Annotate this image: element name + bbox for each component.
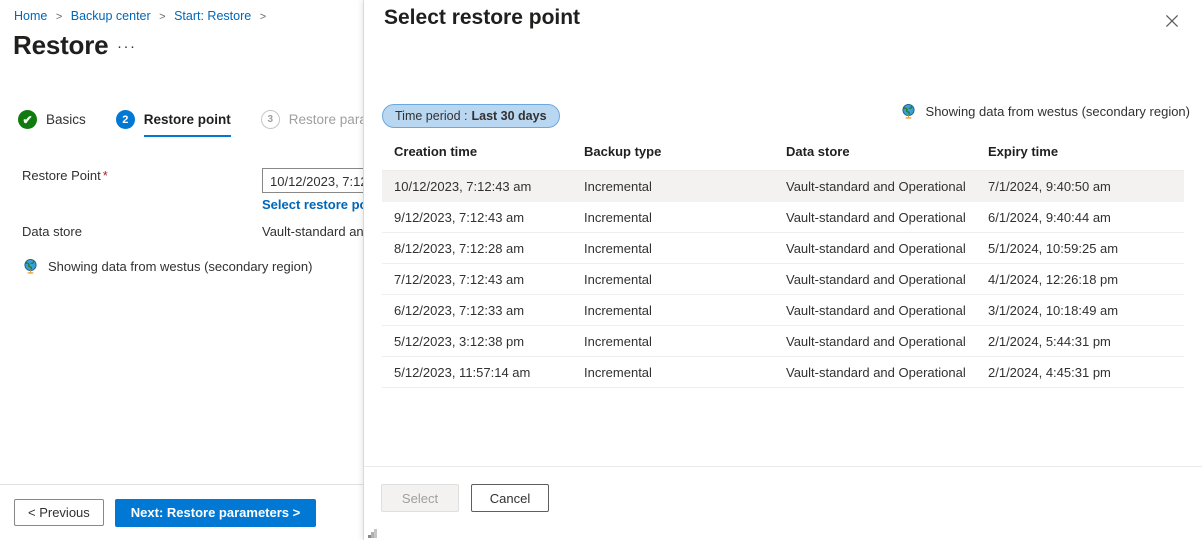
select-button[interactable]: Select — [381, 484, 459, 512]
wizard-step-tabs: ✔ Basics 2 Restore point 3 Restore param… — [18, 110, 364, 137]
globe-icon — [900, 103, 917, 120]
table-row[interactable]: 5/12/2023, 11:57:14 amIncrementalVault-s… — [382, 357, 1184, 388]
step-number-icon: 2 — [116, 110, 135, 129]
cell-expiry-time: 6/1/2024, 9:40:44 am — [988, 202, 1184, 233]
required-asterisk: * — [103, 168, 108, 183]
breadcrumb-separator: > — [56, 11, 62, 23]
more-options-button[interactable]: ··· — [117, 38, 137, 55]
restore-point-input[interactable]: 10/12/2023, 7:12:43 am — [262, 168, 364, 193]
column-header-creation-time[interactable]: Creation time — [382, 144, 584, 171]
cell-data-store: Vault-standard and Operational — [786, 171, 988, 202]
cell-creation-time: 10/12/2023, 7:12:43 am — [382, 171, 584, 202]
cell-expiry-time: 7/1/2024, 9:40:50 am — [988, 171, 1184, 202]
cell-creation-time: 5/12/2023, 11:57:14 am — [382, 357, 584, 388]
breadcrumb-item-start-restore[interactable]: Start: Restore — [174, 9, 251, 23]
cell-backup-type: Incremental — [584, 357, 786, 388]
restore-point-label-text: Restore Point — [22, 168, 101, 183]
select-restore-point-panel: Select restore point Time period : Last … — [364, 0, 1202, 540]
tab-restore-point[interactable]: 2 Restore point — [116, 110, 231, 137]
tab-restore-point-label: Restore point — [144, 112, 231, 127]
restore-point-row: Restore Point* 10/12/2023, 7:12:43 am Se… — [22, 168, 364, 212]
data-store-row: Data store Vault-standard and Operationa… — [22, 224, 364, 239]
globe-icon — [22, 258, 39, 275]
breadcrumb-item-backup-center[interactable]: Backup center — [71, 9, 151, 23]
cell-data-store: Vault-standard and Operational — [786, 202, 988, 233]
restore-point-label: Restore Point* — [22, 168, 262, 183]
cell-data-store: Vault-standard and Operational — [786, 264, 988, 295]
previous-button[interactable]: < Previous — [14, 499, 104, 526]
table-row[interactable]: 10/12/2023, 7:12:43 amIncrementalVault-s… — [382, 171, 1184, 202]
time-period-filter-prefix: Time period : — [395, 109, 467, 123]
panel-region-note-text: Showing data from westus (secondary regi… — [926, 104, 1190, 119]
cell-expiry-time: 2/1/2024, 4:45:31 pm — [988, 357, 1184, 388]
cancel-button[interactable]: Cancel — [471, 484, 549, 512]
tab-basics-label: Basics — [46, 112, 86, 127]
next-restore-parameters-button[interactable]: Next: Restore parameters > — [115, 499, 316, 527]
wizard-region-note: Showing data from westus (secondary regi… — [22, 258, 312, 275]
panel-title: Select restore point — [384, 6, 580, 30]
cell-data-store: Vault-standard and Operational — [786, 295, 988, 326]
cell-expiry-time: 4/1/2024, 12:26:18 pm — [988, 264, 1184, 295]
cell-creation-time: 9/12/2023, 7:12:43 am — [382, 202, 584, 233]
tab-restore-parameters-label: Restore parameters — [289, 112, 364, 127]
wizard-footer: < Previous Next: Restore parameters > — [0, 484, 364, 540]
screen: Home > Backup center > Start: Restore > … — [0, 0, 1202, 540]
check-icon: ✔ — [18, 110, 37, 129]
cell-backup-type: Incremental — [584, 233, 786, 264]
cell-expiry-time: 5/1/2024, 10:59:25 am — [988, 233, 1184, 264]
table-row[interactable]: 9/12/2023, 7:12:43 amIncrementalVault-st… — [382, 202, 1184, 233]
breadcrumb: Home > Backup center > Start: Restore > — [14, 6, 271, 27]
table-row[interactable]: 6/12/2023, 7:12:33 amIncrementalVault-st… — [382, 295, 1184, 326]
cell-expiry-time: 3/1/2024, 10:18:49 am — [988, 295, 1184, 326]
cell-data-store: Vault-standard and Operational — [786, 326, 988, 357]
cell-backup-type: Incremental — [584, 264, 786, 295]
cell-creation-time: 6/12/2023, 7:12:33 am — [382, 295, 584, 326]
breadcrumb-separator: > — [159, 11, 165, 23]
column-header-backup-type[interactable]: Backup type — [584, 144, 786, 171]
cell-expiry-time: 2/1/2024, 5:44:31 pm — [988, 326, 1184, 357]
cell-backup-type: Incremental — [584, 171, 786, 202]
cell-creation-time: 7/12/2023, 7:12:43 am — [382, 264, 584, 295]
cell-backup-type: Incremental — [584, 295, 786, 326]
restore-points-table: Creation time Backup type Data store Exp… — [382, 144, 1184, 388]
time-period-filter-value: Last 30 days — [471, 109, 546, 123]
table-header-row: Creation time Backup type Data store Exp… — [382, 144, 1184, 171]
cell-creation-time: 8/12/2023, 7:12:28 am — [382, 233, 584, 264]
select-restore-point-link[interactable]: Select restore point — [262, 197, 364, 212]
step-number-icon: 3 — [261, 110, 280, 129]
cell-creation-time: 5/12/2023, 3:12:38 pm — [382, 326, 584, 357]
data-store-value: Vault-standard and Operational — [262, 224, 364, 239]
tab-basics[interactable]: ✔ Basics — [18, 110, 86, 137]
page-title: Restore — [13, 30, 108, 61]
breadcrumb-item-home[interactable]: Home — [14, 9, 47, 23]
cell-data-store: Vault-standard and Operational — [786, 357, 988, 388]
table-row[interactable]: 5/12/2023, 3:12:38 pmIncrementalVault-st… — [382, 326, 1184, 357]
tab-restore-parameters[interactable]: 3 Restore parameters — [261, 110, 364, 137]
cell-data-store: Vault-standard and Operational — [786, 233, 988, 264]
resize-handle-icon[interactable] — [368, 525, 380, 537]
cell-backup-type: Incremental — [584, 326, 786, 357]
cell-backup-type: Incremental — [584, 202, 786, 233]
panel-footer: Select Cancel — [364, 466, 1202, 540]
wizard-region-note-text: Showing data from westus (secondary regi… — [48, 259, 312, 274]
table-row[interactable]: 7/12/2023, 7:12:43 amIncrementalVault-st… — [382, 264, 1184, 295]
restore-wizard-blade: Home > Backup center > Start: Restore > … — [0, 0, 364, 540]
data-store-label: Data store — [22, 224, 262, 239]
breadcrumb-separator: > — [260, 11, 266, 23]
table-row[interactable]: 8/12/2023, 7:12:28 amIncrementalVault-st… — [382, 233, 1184, 264]
column-header-data-store[interactable]: Data store — [786, 144, 988, 171]
panel-region-note: Showing data from westus (secondary regi… — [900, 103, 1190, 120]
time-period-filter-pill[interactable]: Time period : Last 30 days — [382, 104, 560, 128]
column-header-expiry-time[interactable]: Expiry time — [988, 144, 1184, 171]
table-body: 10/12/2023, 7:12:43 amIncrementalVault-s… — [382, 171, 1184, 388]
close-icon[interactable] — [1159, 8, 1185, 34]
